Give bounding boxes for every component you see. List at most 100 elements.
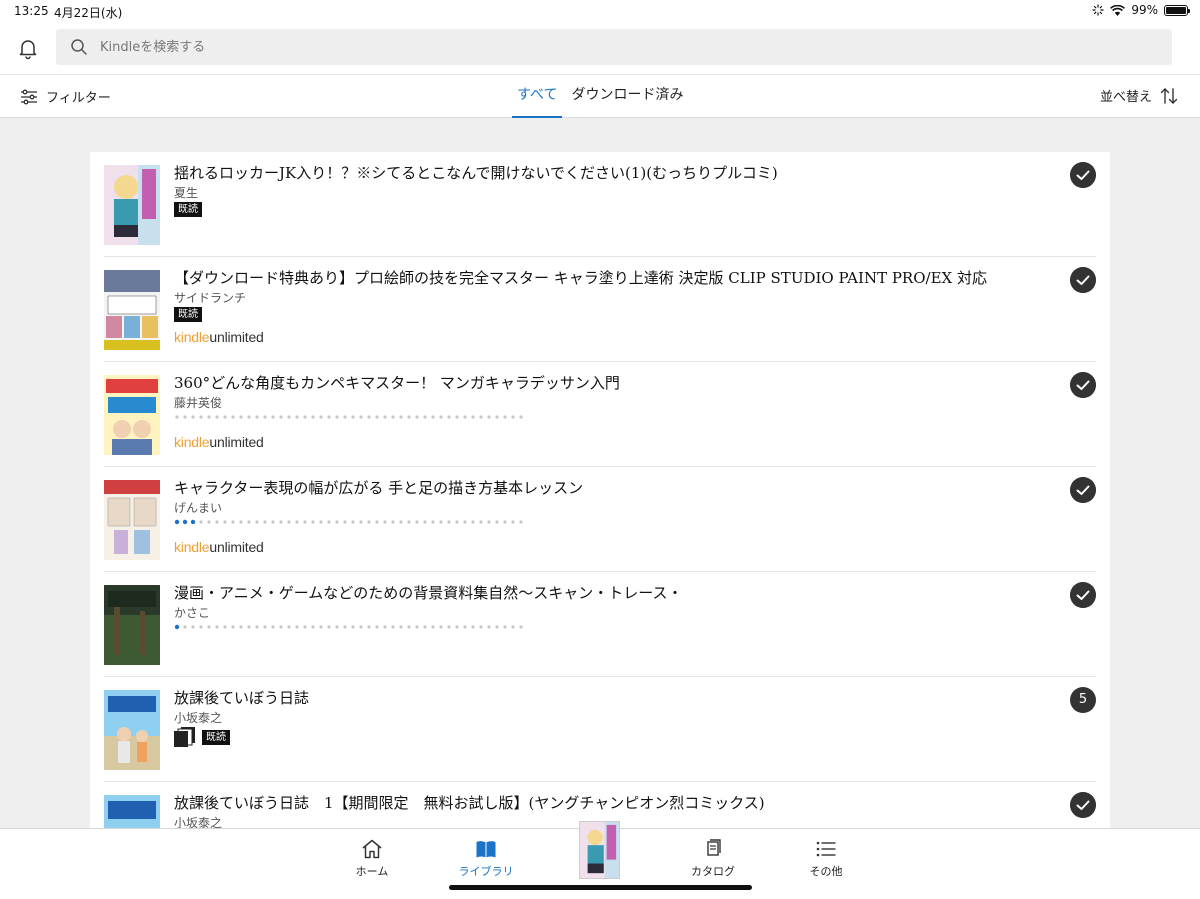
nav-more[interactable]: その他 [786,839,866,879]
progress-dot [511,415,515,419]
progress-dot [463,625,467,629]
progress-dot [255,625,259,629]
progress-dot [511,625,515,629]
progress-dot [327,625,331,629]
progress-dot [399,625,403,629]
progress-dot [495,625,499,629]
progress-dot [295,520,299,524]
progress-dot [391,625,395,629]
progress-dot [255,520,259,524]
progress-dot [487,625,491,629]
search-box[interactable] [56,29,1172,65]
book-author: 藤井英俊 [174,396,223,410]
progress-dot [311,520,315,524]
read-badge: 既読 [174,307,202,322]
filter-button[interactable]: フィルター [20,87,111,106]
progress-dot [271,625,275,629]
book-author: 夏生 [174,186,199,200]
status-bar: 13:25 4月22日(水) 99% [0,0,1200,22]
now-reading-cover[interactable] [579,821,620,879]
progress-dot [343,625,347,629]
book-item[interactable]: 放課後ていぼう日誌 小坂泰之 既読 5 [104,677,1096,782]
book-cover[interactable] [104,480,160,560]
downloaded-check-icon [1070,477,1096,503]
progress-dot [175,415,179,419]
progress-dot [223,520,227,524]
book-cover[interactable] [104,165,160,245]
progress-dot [439,415,443,419]
nav-catalog[interactable]: カタログ [673,839,753,879]
progress-dot [351,625,355,629]
progress-dot [351,520,355,524]
progress-dot [295,625,299,629]
progress-dot [279,625,283,629]
progress-dot [183,415,187,419]
progress-dot [207,415,211,419]
bell-icon[interactable] [16,36,40,60]
progress-dot [319,415,323,419]
sort-arrows-icon [1160,87,1178,104]
progress-dot [359,520,363,524]
book-cover[interactable] [104,585,160,665]
progress-dot [271,520,275,524]
nav-library-label: ライブラリ [458,865,514,878]
progress-dot [207,625,211,629]
series-stack-icon [174,727,195,747]
progress-dot [375,520,379,524]
badge-row: 既読 [174,727,230,747]
progress-dot [455,625,459,629]
progress-dot [367,415,371,419]
progress-dot [199,520,203,524]
progress-dot [399,415,403,419]
progress-dot [183,625,187,629]
book-cover[interactable] [104,795,160,828]
progress-dot [279,415,283,419]
book-cover[interactable] [104,375,160,455]
progress-dot [215,520,219,524]
progress-dot [479,625,483,629]
progress-dot [383,415,387,419]
book-item[interactable]: キャラクター表現の幅が広がる 手と足の描き方基本レッスン げんまい kindle… [104,467,1096,572]
progress-dot [191,415,195,419]
progress-dot [247,415,251,419]
book-item[interactable]: 揺れるロッカーJK入り！？※シてるとこなんで開けないでください(1)(むっちりプ… [104,152,1096,257]
progress-dot [279,520,283,524]
progress-dot [495,520,499,524]
progress-dot [447,415,451,419]
progress-dot [335,520,339,524]
progress-dot [455,520,459,524]
tab-downloaded[interactable]: ダウンロード済み [566,75,688,118]
book-item[interactable]: 360°どんな角度もカンペキマスター！ マンガキャラデッサン入門 藤井英俊 ki… [104,362,1096,467]
book-cover[interactable] [104,270,160,350]
battery-fill [1166,6,1186,14]
nav-library[interactable]: ライブラリ [446,839,526,879]
progress-dot [215,625,219,629]
tab-all[interactable]: すべて [512,75,563,118]
progress-dot [247,625,251,629]
progress-dot [447,520,451,524]
progress-dot [351,415,355,419]
book-cover[interactable] [104,690,160,770]
battery-icon [1164,4,1190,16]
series-count-badge: 5 [1070,687,1096,713]
progress-dot [311,625,315,629]
progress-dot [407,520,411,524]
sort-button[interactable]: 並べ替え [1100,86,1178,105]
downloaded-check-icon [1070,792,1096,818]
progress-dot [335,625,339,629]
progress-dot [207,520,211,524]
progress-dot [343,520,347,524]
book-item[interactable]: 漫画・アニメ・ゲームなどのための背景資料集自然〜スキャン・トレース・ かさこ [104,572,1096,677]
nav-home[interactable]: ホーム [332,839,412,879]
book-author: 小坂泰之 [174,816,223,828]
progress-dot [223,625,227,629]
progress-dot [431,415,435,419]
book-title: キャラクター表現の幅が広がる 手と足の描き方基本レッスン [174,479,584,497]
progress-dot [415,415,419,419]
progress-dot [255,415,259,419]
search-input[interactable] [100,29,1100,65]
progress-dot [495,415,499,419]
progress-dot [431,520,435,524]
book-item[interactable]: 【ダウンロード特典あり】プロ絵師の技を完全マスター キャラ塗り上達術 決定版 C… [104,257,1096,362]
progress-dot [343,415,347,419]
